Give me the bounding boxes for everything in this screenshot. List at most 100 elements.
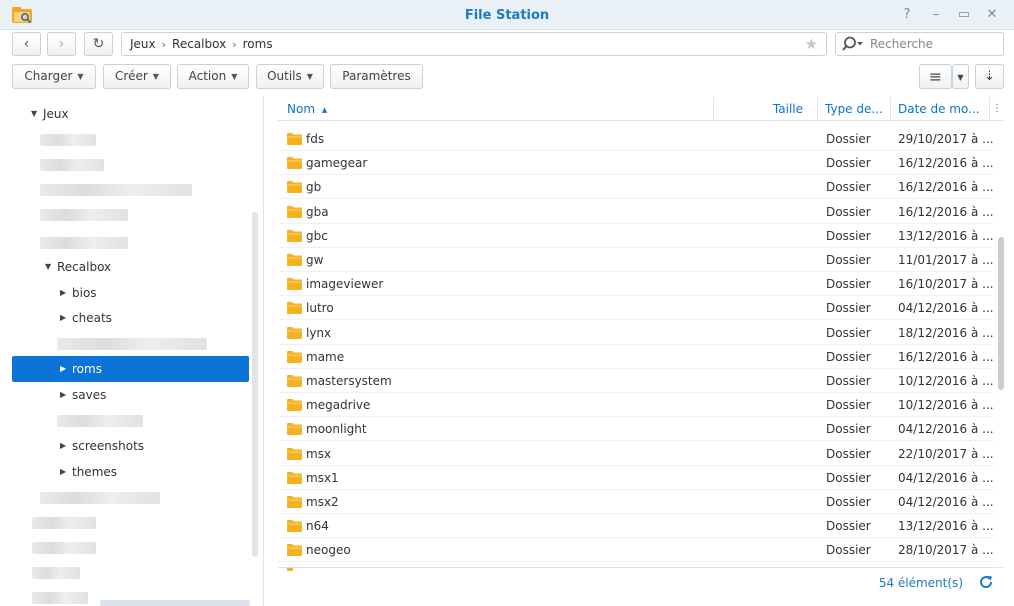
- file-type: Dossier: [826, 277, 871, 292]
- tree-item-screenshots[interactable]: ▶ screenshots: [12, 433, 249, 459]
- action-button[interactable]: Action ▼: [177, 64, 249, 89]
- search-input[interactable]: [870, 36, 1000, 52]
- forward-button[interactable]: ›: [47, 32, 76, 56]
- file-type: Dossier: [826, 470, 871, 485]
- file-list-scrollbar[interactable]: [998, 237, 1004, 390]
- file-name: msx1: [306, 470, 339, 485]
- creer-label: Créer: [115, 69, 148, 83]
- collapsed-arrow-icon[interactable]: ▶: [60, 356, 66, 382]
- file-name: neogeo: [306, 543, 351, 558]
- file-date: 16/10/2017 à ...: [898, 277, 994, 292]
- search-box[interactable]: [835, 32, 1004, 56]
- tree-item-recalbox[interactable]: ▼ Recalbox: [12, 254, 249, 280]
- star-icon[interactable]: ★: [805, 33, 818, 55]
- tree-item-bios[interactable]: ▶ bios: [12, 280, 249, 306]
- tree-item-saves[interactable]: ▶ saves: [12, 382, 249, 408]
- file-date: 16/12/2016 à ...: [898, 204, 994, 219]
- file-type: Dossier: [826, 204, 871, 219]
- file-row[interactable]: gba Dossier 16/12/2016 à ...: [278, 200, 994, 224]
- collapsed-arrow-icon[interactable]: ▶: [60, 280, 66, 306]
- tree-item-label: screenshots: [72, 439, 145, 453]
- refresh-icon: ↻: [92, 36, 105, 52]
- collapsed-arrow-icon[interactable]: ▶: [60, 433, 66, 459]
- tree-scrollbar[interactable]: [252, 212, 258, 557]
- tree-item-jeux[interactable]: ▼ Jeux: [12, 101, 249, 127]
- parametres-button[interactable]: Paramètres: [330, 64, 423, 89]
- expanded-arrow-icon[interactable]: ▼: [31, 101, 37, 127]
- tree-item-roms[interactable]: ▶ roms: [12, 356, 249, 382]
- creer-button[interactable]: Créer ▼: [103, 64, 171, 89]
- sort-button[interactable]: ⇣: [975, 64, 1004, 89]
- file-name: moonlight: [306, 422, 367, 437]
- file-row[interactable]: mastersystem Dossier 10/12/2016 à ...: [278, 369, 994, 393]
- redacted-item: [57, 338, 207, 350]
- collapsed-arrow-icon[interactable]: ▶: [60, 305, 66, 331]
- file-row[interactable]: imageviewer Dossier 16/10/2017 à ...: [278, 272, 994, 297]
- column-type[interactable]: Type de...: [818, 97, 891, 121]
- file-row[interactable]: msx2 Dossier 04/12/2016 à ...: [278, 490, 994, 514]
- view-mode-dropdown[interactable]: ▼: [952, 64, 969, 89]
- collapsed-arrow-icon[interactable]: ▶: [60, 459, 66, 485]
- outils-button[interactable]: Outils ▼: [256, 64, 324, 89]
- charger-button[interactable]: Charger ▼: [12, 64, 96, 89]
- file-name: gw: [306, 253, 324, 267]
- file-row[interactable]: gbc Dossier 13/12/2016 à ...: [278, 224, 994, 248]
- list-view-icon: ≡: [928, 67, 943, 86]
- tree-item-label: roms: [72, 362, 102, 376]
- folder-icon: [287, 520, 302, 533]
- column-size[interactable]: Taille: [714, 97, 818, 121]
- outils-label: Outils: [267, 69, 302, 83]
- folder-icon: [287, 423, 302, 436]
- minimize-icon[interactable]: –: [927, 6, 945, 24]
- caret-down-icon: ▼: [957, 73, 964, 82]
- action-label: Action: [188, 69, 227, 83]
- file-type: Dossier: [826, 374, 871, 388]
- file-row[interactable]: megadrive Dossier 10/12/2016 à ...: [278, 393, 994, 418]
- breadcrumb-recalbox[interactable]: Recalbox: [172, 37, 226, 51]
- folder-icon: [287, 496, 302, 508]
- breadcrumb-separator-icon: ›: [161, 38, 167, 51]
- maximize-icon[interactable]: ▭: [955, 6, 973, 24]
- file-row[interactable]: mame Dossier 16/12/2016 à ...: [278, 345, 994, 369]
- file-row[interactable]: n64 Dossier 13/12/2016 à ...: [278, 514, 994, 539]
- back-button[interactable]: ‹: [12, 32, 41, 56]
- redacted-item: [100, 600, 250, 606]
- refresh-button[interactable]: ↻: [84, 32, 113, 56]
- help-icon[interactable]: ?: [898, 6, 916, 24]
- file-type: Dossier: [826, 253, 871, 267]
- file-row[interactable]: moonlight Dossier 04/12/2016 à ...: [278, 417, 994, 442]
- file-name: gb: [306, 180, 322, 195]
- file-row[interactable]: gw Dossier 11/01/2017 à ...: [278, 248, 994, 272]
- column-name[interactable]: Nom ▲: [278, 97, 714, 121]
- address-bar[interactable]: Jeux › Recalbox › roms ★: [121, 32, 827, 56]
- refresh-icon[interactable]: [978, 574, 994, 590]
- file-row[interactable]: neogeo Dossier 28/10/2017 à ...: [278, 538, 994, 563]
- file-name: gbc: [306, 228, 328, 243]
- tree-item-themes[interactable]: ▶ themes: [12, 459, 249, 485]
- tree-item-cheats[interactable]: ▶ cheats: [12, 305, 249, 331]
- file-row[interactable]: lutro Dossier 04/12/2016 à ...: [278, 296, 994, 321]
- column-date[interactable]: Date de mo...: [891, 97, 990, 121]
- file-row[interactable]: gamegear Dossier 16/12/2016 à ...: [278, 151, 994, 176]
- file-row[interactable]: gb Dossier 16/12/2016 à ...: [278, 175, 994, 200]
- expanded-arrow-icon[interactable]: ▼: [45, 254, 51, 280]
- breadcrumb-jeux[interactable]: Jeux: [130, 37, 156, 51]
- close-icon[interactable]: ✕: [983, 6, 1001, 24]
- folder-icon: [287, 133, 302, 145]
- collapsed-arrow-icon[interactable]: ▶: [60, 382, 66, 408]
- file-row[interactable]: lynx Dossier 18/12/2016 à ...: [278, 321, 994, 345]
- redacted-item: [32, 517, 96, 529]
- file-row[interactable]: msx1 Dossier 04/12/2016 à ...: [278, 466, 994, 490]
- file-row[interactable]: msx Dossier 22/10/2017 à ...: [278, 442, 994, 466]
- status-bar: 54 élément(s): [278, 567, 1004, 597]
- column-options-icon[interactable]: ⋮: [990, 97, 1004, 121]
- tree-item-label: cheats: [72, 311, 112, 325]
- caret-down-icon: ▼: [231, 72, 238, 81]
- redacted-item: [32, 542, 96, 554]
- file-row[interactable]: fds Dossier 29/10/2017 à ...: [278, 127, 994, 151]
- breadcrumb-roms[interactable]: roms: [243, 37, 273, 51]
- window-title: File Station: [464, 8, 550, 23]
- file-type: Dossier: [826, 422, 871, 437]
- search-icon[interactable]: [842, 36, 864, 52]
- view-mode-button[interactable]: ≡: [919, 64, 952, 89]
